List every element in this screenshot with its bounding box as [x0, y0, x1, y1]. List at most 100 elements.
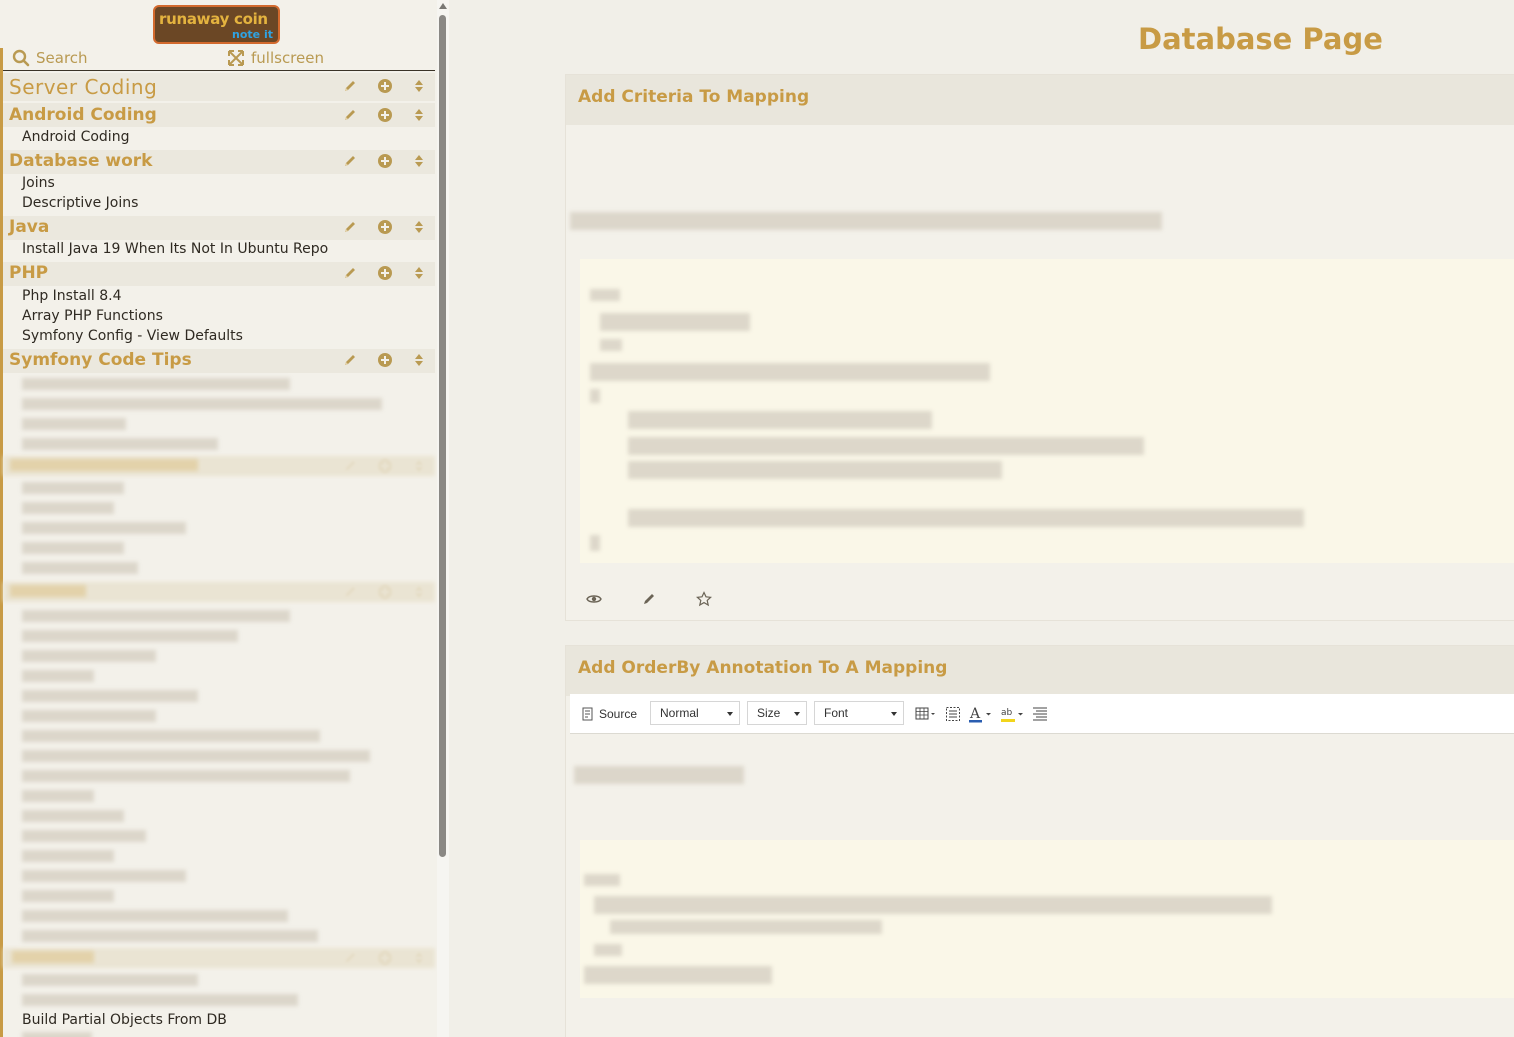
svg-text:ab: ab — [1001, 708, 1013, 718]
obscured-item — [22, 438, 218, 450]
pencil-icon[interactable] — [342, 107, 358, 123]
obscured-code — [590, 389, 600, 403]
obscured-item — [22, 418, 126, 430]
obscured-item — [22, 974, 198, 986]
section-header-java[interactable]: Java — [3, 216, 435, 240]
pencil-icon[interactable] — [342, 78, 358, 94]
add-circle-icon[interactable] — [377, 265, 393, 281]
obscured-code — [584, 874, 620, 886]
obscured-code — [610, 920, 882, 934]
sidebar-item-descriptive-joins[interactable]: Descriptive Joins — [22, 195, 138, 211]
select-all-icon[interactable] — [945, 706, 961, 722]
obscured-code — [590, 363, 990, 381]
format-list-icon[interactable] — [1032, 705, 1048, 723]
obscured-code — [628, 509, 1304, 527]
svg-text:A: A — [969, 706, 981, 722]
section-header-symfony-code-tips[interactable]: Symfony Code Tips — [3, 349, 435, 373]
obscured-item — [22, 502, 114, 514]
obscured-item — [22, 930, 318, 942]
obscured-code — [600, 313, 750, 331]
obscured-code — [590, 289, 620, 301]
obscured-item — [22, 810, 124, 822]
add-circle-icon[interactable] — [377, 219, 393, 235]
chevron-down-icon — [794, 712, 800, 716]
obscured-item — [22, 730, 320, 742]
obscured-section-title — [12, 951, 94, 963]
sidebar-item-php-install[interactable]: Php Install 8.4 — [22, 288, 122, 304]
section-header-database-work[interactable]: Database work — [3, 150, 435, 174]
fullscreen-button[interactable]: fullscreen — [227, 48, 324, 68]
pencil-icon[interactable] — [342, 352, 358, 368]
obscured-item — [22, 830, 146, 842]
sidebar-scrollbar[interactable] — [437, 0, 449, 1037]
obscured-item — [22, 670, 94, 682]
obscured-item — [22, 542, 124, 554]
obscured-code — [584, 966, 772, 984]
obscured-item — [22, 1032, 92, 1037]
add-circle-icon[interactable] — [377, 352, 393, 368]
editor-toolbar: Source Normal Size Font A ab — [570, 694, 1514, 734]
sidebar-item-install-java[interactable]: Install Java 19 When Its Not In Ubuntu R… — [22, 241, 328, 257]
font-dropdown[interactable]: Font — [814, 701, 904, 725]
sort-icon[interactable] — [411, 107, 427, 123]
format-dropdown[interactable]: Normal — [650, 701, 740, 725]
add-circle-icon[interactable] — [377, 107, 393, 123]
obscured-item — [22, 994, 298, 1006]
code-block — [580, 840, 1514, 998]
obscured-item — [22, 562, 138, 574]
pencil-icon[interactable] — [342, 265, 358, 281]
scrollbar-thumb[interactable] — [439, 15, 446, 857]
add-circle-icon[interactable] — [377, 78, 393, 94]
obscured-item — [22, 790, 94, 802]
obscured-code — [628, 437, 1144, 455]
fullscreen-icon — [228, 50, 244, 66]
scroll-up-arrow-icon[interactable] — [439, 3, 447, 9]
sidebar-item-symfony-config[interactable]: Symfony Config - View Defaults — [22, 328, 243, 344]
sort-icon[interactable] — [411, 153, 427, 169]
sort-icon[interactable] — [411, 352, 427, 368]
eye-icon[interactable] — [586, 591, 602, 607]
logo-subtext: note it — [232, 28, 273, 41]
pencil-icon[interactable] — [342, 219, 358, 235]
section-header-server-coding[interactable]: Server Coding — [3, 73, 435, 101]
sort-icon[interactable] — [411, 78, 427, 94]
obscured-item — [22, 690, 198, 702]
sort-icon[interactable] — [411, 265, 427, 281]
obscured-text — [574, 766, 744, 784]
section-title: Symfony Code Tips — [9, 350, 192, 370]
search-divider — [3, 70, 435, 71]
source-icon — [582, 707, 593, 721]
sidebar-item-joins[interactable]: Joins — [22, 175, 55, 191]
obscured-code — [628, 411, 932, 429]
add-circle-icon[interactable] — [377, 153, 393, 169]
search-label: Search — [36, 49, 88, 67]
sidebar-item-array-php[interactable]: Array PHP Functions — [22, 308, 163, 324]
obscured-item — [22, 910, 288, 922]
pencil-icon[interactable] — [342, 153, 358, 169]
search-icon — [12, 49, 30, 67]
sidebar-item-android-coding[interactable]: Android Coding — [22, 129, 129, 145]
star-icon[interactable] — [696, 591, 712, 607]
obscured-item — [22, 630, 238, 642]
app-logo[interactable]: runaway coin note it — [153, 5, 280, 44]
logo-text: runaway coin — [159, 10, 268, 28]
sidebar-item-build-partial-objects[interactable]: Build Partial Objects From DB — [22, 1012, 227, 1028]
search-button[interactable]: Search — [12, 48, 88, 68]
section-header-android-coding[interactable]: Android Coding — [3, 103, 435, 127]
chevron-down-icon — [891, 712, 897, 716]
text-color-icon[interactable]: A — [968, 705, 994, 723]
pencil-icon[interactable] — [641, 591, 657, 607]
section-title: Java — [9, 217, 50, 237]
size-dropdown[interactable]: Size — [747, 701, 807, 725]
note-header[interactable]: Add OrderBy Annotation To A Mapping — [566, 646, 1514, 696]
table-icon[interactable] — [915, 706, 937, 722]
note-header[interactable]: Add Criteria To Mapping — [566, 75, 1514, 125]
size-value: Size — [757, 706, 781, 720]
obscured-item — [22, 770, 350, 782]
source-button[interactable]: Source — [580, 703, 637, 725]
background-color-icon[interactable]: ab — [1000, 705, 1026, 723]
obscured-code — [590, 535, 600, 551]
font-value: Font — [824, 706, 849, 720]
sort-icon[interactable] — [411, 219, 427, 235]
section-header-php[interactable]: PHP — [3, 262, 435, 286]
